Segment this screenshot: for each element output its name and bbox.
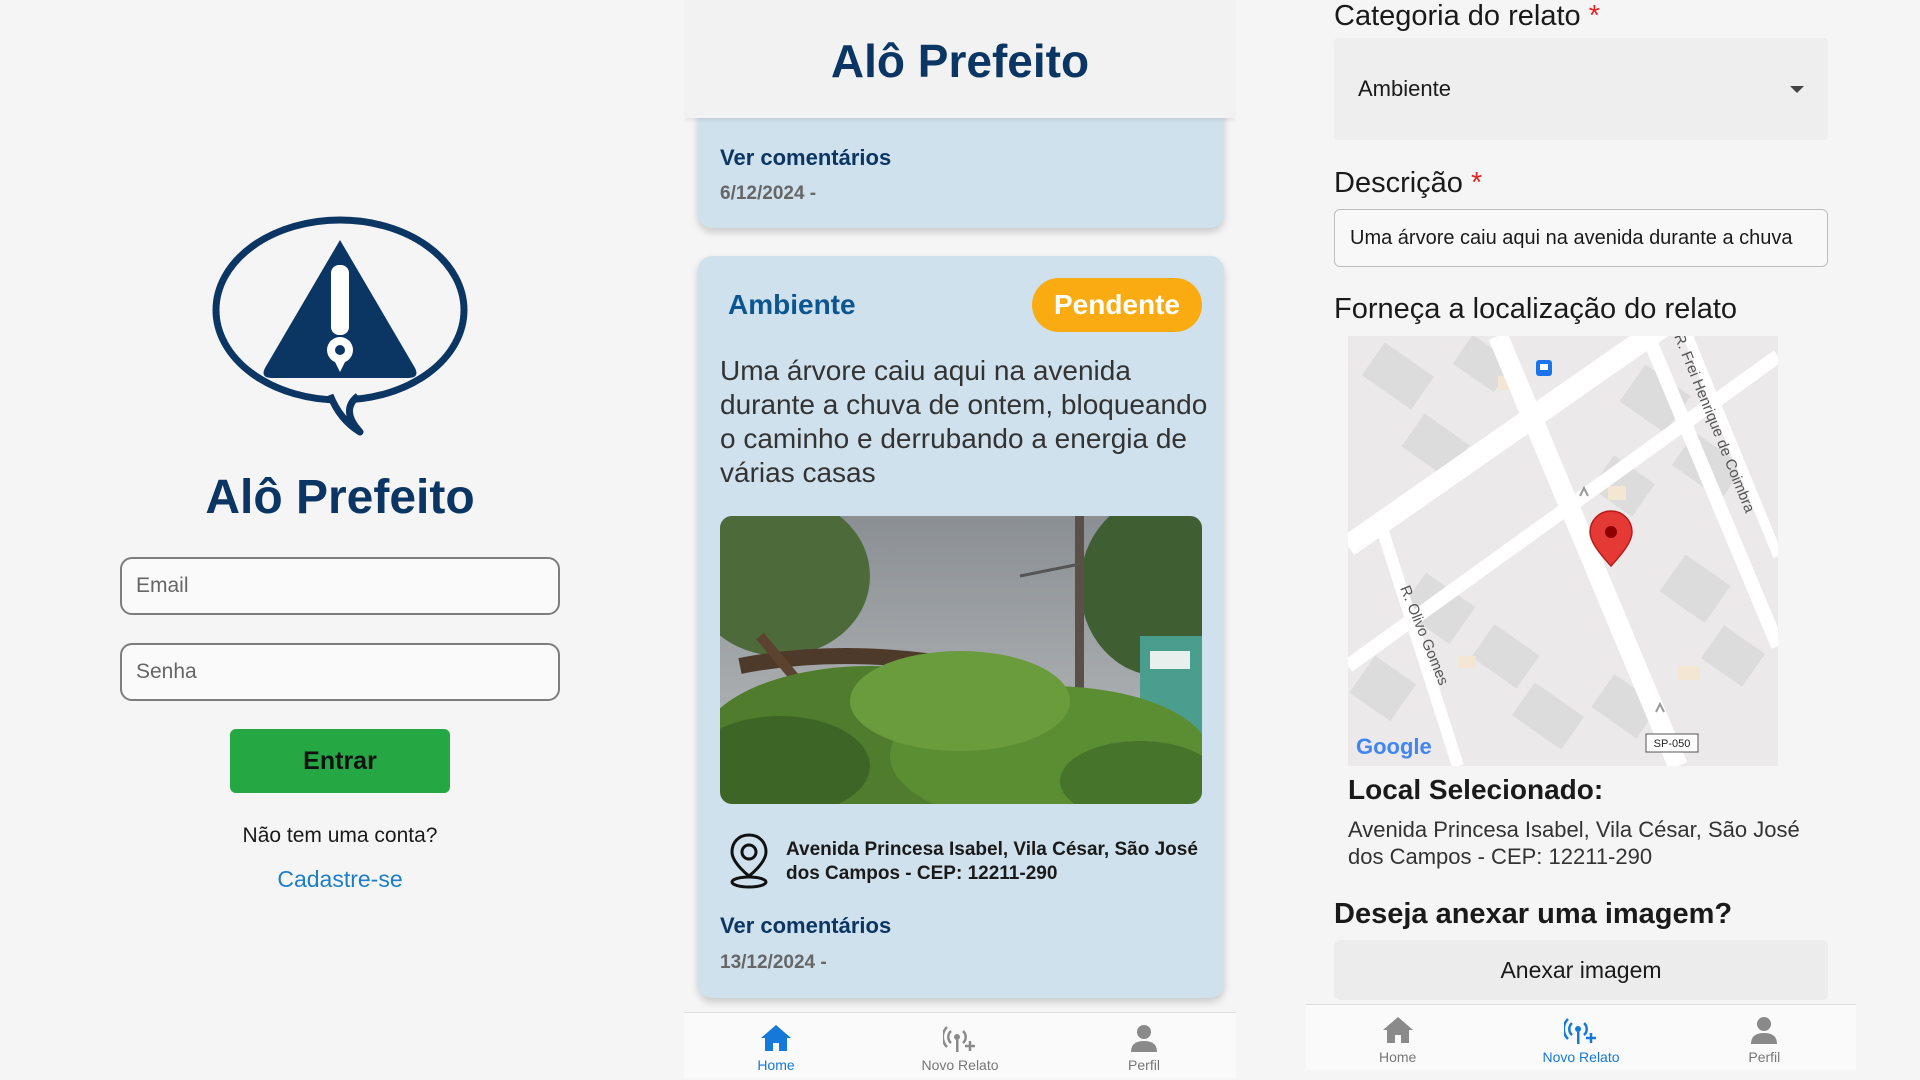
description-input[interactable] xyxy=(1350,226,1812,250)
attach-image-question: Deseja anexar uma imagem? xyxy=(1334,898,1733,930)
alert-speech-bubble-logo xyxy=(212,216,468,436)
broadcast-add-icon xyxy=(1563,1018,1596,1044)
password-input[interactable] xyxy=(136,660,544,684)
required-mark: * xyxy=(1471,167,1483,199)
nav-home[interactable]: Home xyxy=(1306,1005,1489,1070)
bottom-nav: Home Novo Relato Perfil xyxy=(684,1012,1236,1078)
report-category: Ambiente xyxy=(728,289,856,320)
report-description: Uma árvore caiu aqui na avenida durante … xyxy=(720,355,1208,488)
nav-home-label: Home xyxy=(757,1057,795,1073)
nav-profile[interactable]: Perfil xyxy=(1052,1013,1236,1078)
report-photo[interactable] xyxy=(720,516,1202,804)
login-screen: Alô Prefeito Entrar Não tem uma conta? C… xyxy=(0,0,680,1080)
dropdown-caret-icon xyxy=(1790,85,1804,93)
location-map[interactable]: R. Frei Henrique de Coimbra R. Olivo Gom… xyxy=(1348,336,1778,766)
email-field[interactable] xyxy=(120,557,560,615)
new-report-screen: Categoria do relato * Ambiente Descrição… xyxy=(1306,0,1856,1080)
description-field[interactable] xyxy=(1334,209,1828,267)
report-date: 6/12/2024 - xyxy=(720,183,817,204)
nav-new-report[interactable]: Novo Relato xyxy=(1489,1005,1672,1070)
nav-new-report-label: Novo Relato xyxy=(921,1057,999,1073)
report-address: Avenida Princesa Isabel, Vila César, São… xyxy=(786,839,1198,884)
category-select-value: Ambiente xyxy=(1358,76,1451,101)
status-badge: Pendente xyxy=(1031,278,1202,332)
nav-profile-label: Perfil xyxy=(1748,1049,1781,1065)
bottom-nav: Home Novo Relato Perfil xyxy=(1306,1004,1856,1070)
broadcast-add-icon xyxy=(943,1026,975,1052)
category-select[interactable]: Ambiente xyxy=(1334,38,1828,140)
view-comments-link[interactable]: Ver comentários xyxy=(720,913,891,939)
nav-home-label: Home xyxy=(1378,1049,1417,1065)
email-input[interactable] xyxy=(136,574,544,598)
location-label: Forneça a localização do relato xyxy=(1334,293,1738,325)
nav-new-report[interactable]: Novo Relato xyxy=(868,1013,1052,1078)
required-mark: * xyxy=(1588,0,1601,32)
report-date: 13/12/2024 - xyxy=(720,952,827,973)
person-icon xyxy=(1751,1017,1778,1044)
home-icon xyxy=(761,1025,791,1051)
description-label: Descrição * xyxy=(1334,167,1483,199)
page-title: Alô Prefeito xyxy=(830,35,1090,87)
nav-profile[interactable]: Perfil xyxy=(1673,1005,1856,1070)
nav-profile-label: Perfil xyxy=(1128,1057,1160,1073)
person-icon xyxy=(1131,1025,1157,1052)
app-title: Alô Prefeito xyxy=(205,471,475,524)
home-icon xyxy=(1382,1017,1413,1043)
category-label: Categoria do relato * xyxy=(1334,0,1601,32)
road-badge: SP-050 xyxy=(1654,738,1691,750)
report-card: Ambiente Pendente Uma árvore caiu aqui n… xyxy=(698,256,1224,998)
nav-home[interactable]: Home xyxy=(684,1013,868,1078)
nav-new-report-label: Novo Relato xyxy=(1542,1049,1620,1065)
google-logo: Google xyxy=(1356,734,1432,759)
selected-location-address: Avenida Princesa Isabel, Vila César, São… xyxy=(1348,817,1800,869)
attach-image-button[interactable]: Anexar imagem xyxy=(1334,940,1828,1000)
password-field[interactable] xyxy=(120,643,560,701)
selected-location-title: Local Selecionado: xyxy=(1348,774,1604,805)
view-comments-link[interactable]: Ver comentários xyxy=(720,145,891,171)
signup-link[interactable]: Cadastre-se xyxy=(0,866,680,893)
no-account-text: Não tem uma conta? xyxy=(242,824,438,847)
login-button[interactable]: Entrar xyxy=(230,729,450,793)
home-screen: Alô Prefeito Ver comentários 6/12/2024 -… xyxy=(684,0,1236,1080)
app-header: Alô Prefeito xyxy=(684,0,1236,118)
location-pin-icon xyxy=(730,833,768,889)
